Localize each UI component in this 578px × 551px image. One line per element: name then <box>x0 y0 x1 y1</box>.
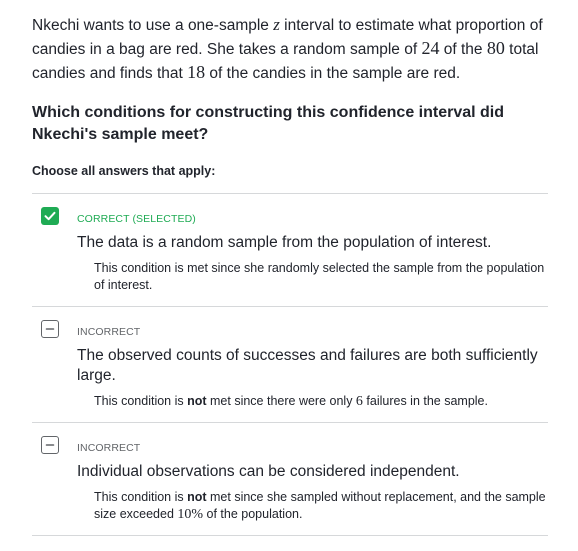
variable-z: z <box>273 15 280 34</box>
total-count: 80 <box>486 38 505 58</box>
checkmark-icon <box>44 211 56 221</box>
checkbox-unchecked-icon[interactable] <box>41 320 59 338</box>
choice-label: The data is a random sample from the pop… <box>77 234 492 251</box>
choice-label: The observed counts of successes and fai… <box>77 347 538 384</box>
choice-rationale: This condition is not met since there we… <box>94 394 488 409</box>
checkbox-unchecked-icon[interactable] <box>41 436 59 454</box>
answer-choices: CORRECT (SELECTED) The data is a random … <box>32 193 548 536</box>
minus-icon <box>45 444 55 446</box>
sample-size: 24 <box>421 38 440 58</box>
question-prompt: Which conditions for constructing this c… <box>32 104 505 143</box>
choice-rationale: This condition is not met since she samp… <box>94 490 546 522</box>
choice-status: CORRECT (SELECTED) <box>77 213 196 225</box>
choice-independence[interactable]: INCORRECT Individual observations can be… <box>32 423 548 536</box>
choice-random-sample[interactable]: CORRECT (SELECTED) The data is a random … <box>32 194 548 307</box>
exercise-page: Nkechi wants to use a one-sample z inter… <box>0 0 548 536</box>
choice-large-counts[interactable]: INCORRECT The observed counts of success… <box>32 307 548 423</box>
checkbox-checked-icon[interactable] <box>41 207 59 225</box>
minus-icon <box>45 328 55 330</box>
choice-rationale: This condition is met since she randomly… <box>94 261 545 292</box>
answer-instruction: Choose all answers that apply: <box>32 164 216 178</box>
choice-status: INCORRECT <box>77 326 141 338</box>
question-text: Nkechi wants to use a one-sample z inter… <box>32 15 543 82</box>
red-count: 18 <box>187 62 206 82</box>
choice-label: Individual observations can be considere… <box>77 463 460 480</box>
choice-status: INCORRECT <box>77 442 141 454</box>
